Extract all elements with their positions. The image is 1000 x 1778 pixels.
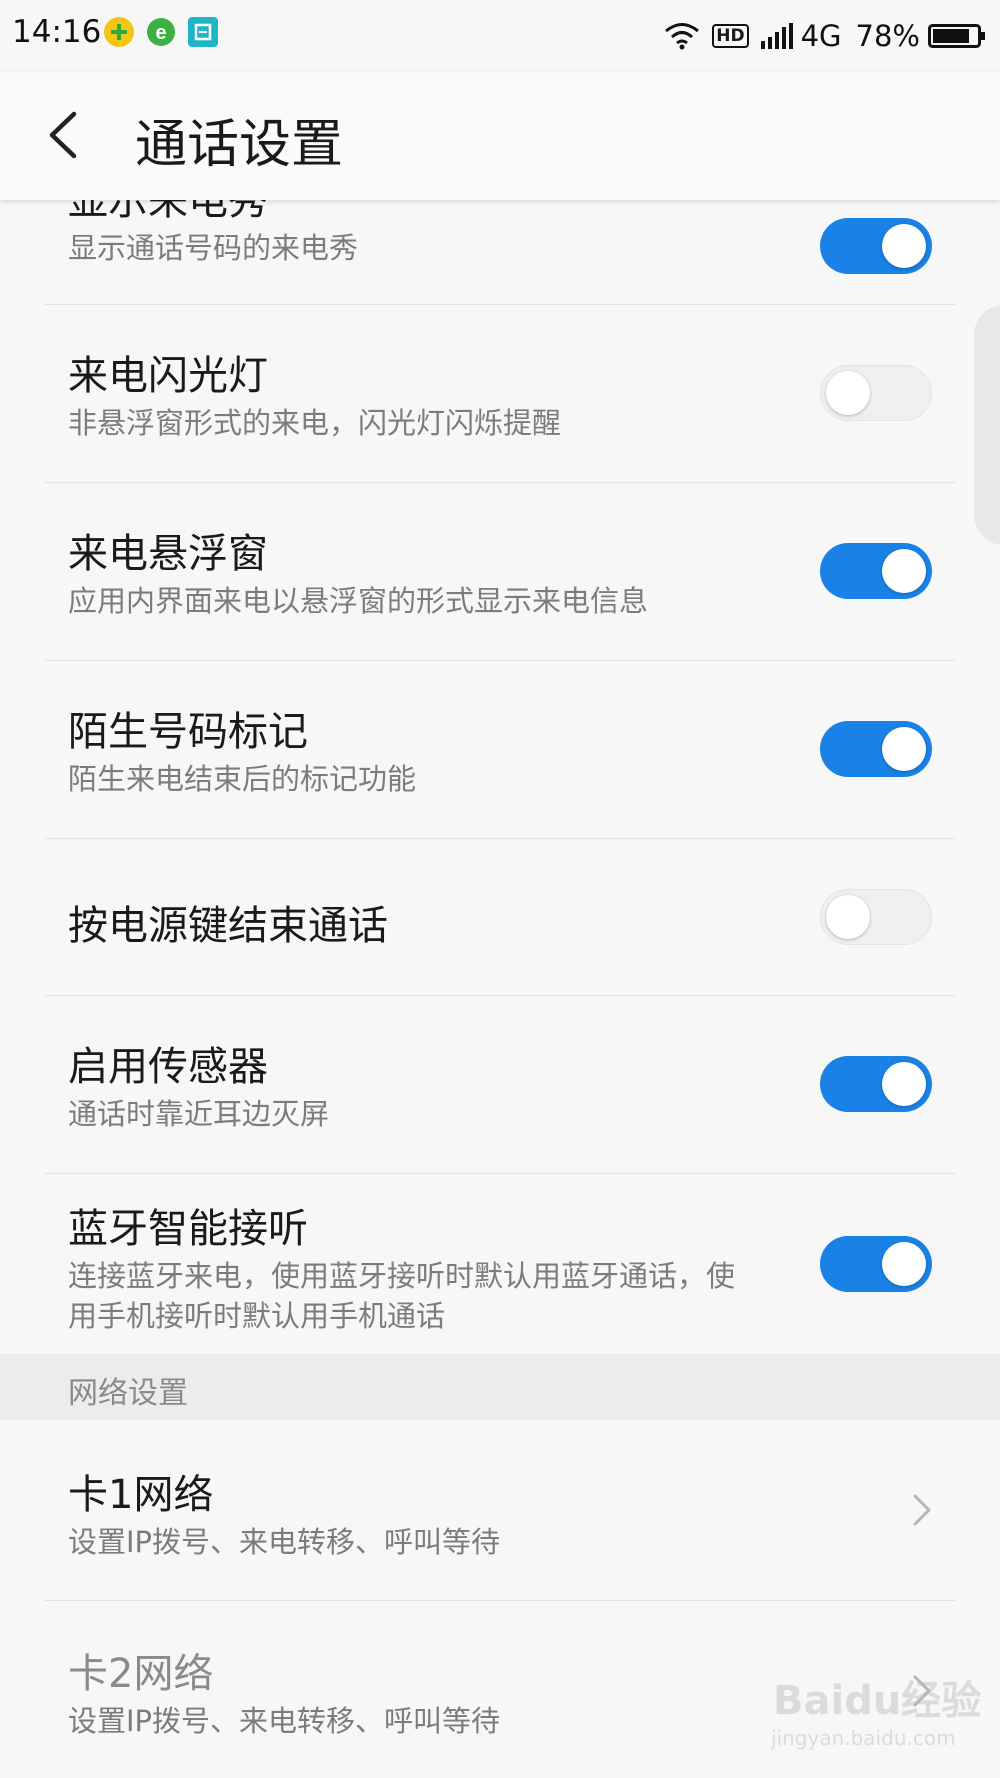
setting-subtitle: 连接蓝牙来电，使用蓝牙接听时默认用蓝牙通话，使用手机接听时默认用手机通话 (68, 1259, 736, 1333)
toggle-knob (882, 1062, 926, 1106)
toggle-switch[interactable] (820, 543, 932, 599)
toggle-switch[interactable] (820, 365, 932, 421)
toggle-knob (882, 1242, 926, 1286)
toggle-knob (882, 727, 926, 771)
watermark-text: Baidu经验 (773, 1678, 982, 1724)
setting-title: 启用传感器 (68, 1044, 268, 1090)
setting-row-bluetooth-answer[interactable]: 蓝牙智能接听 连接蓝牙来电，使用蓝牙接听时默认用蓝牙通话，使用手机接听时默认用手… (0, 1174, 1000, 1354)
toggle-knob (882, 224, 926, 268)
page-title: 通话设置 (135, 115, 344, 175)
watermark-url: jingyan.baidu.com (771, 1726, 956, 1750)
setting-subtitle: 显示通话号码的来电秀 (68, 231, 359, 265)
setting-row-proximity-sensor[interactable]: 启用传感器 通话时靠近耳边灭屏 (0, 996, 1000, 1174)
setting-subtitle: 应用内界面来电以悬浮窗的形式显示来电信息 (68, 584, 649, 618)
toggle-switch[interactable] (820, 721, 932, 777)
back-button[interactable] (30, 100, 100, 170)
section-header-label: 网络设置 (68, 1376, 188, 1411)
toggle-knob (882, 549, 926, 593)
setting-title: 来电悬浮窗 (68, 531, 268, 577)
setting-row-flash-alert[interactable]: 来电闪光灯 非悬浮窗形式的来电，闪光灯闪烁提醒 (0, 305, 1000, 483)
setting-row-unknown-number-mark[interactable]: 陌生号码标记 陌生来电结束后的标记功能 (0, 661, 1000, 839)
network-subtitle: 设置IP拨号、来电转移、呼叫等待 (68, 1704, 501, 1738)
floating-edge-handle[interactable] (974, 305, 1000, 545)
toggle-switch[interactable] (820, 1056, 932, 1112)
section-header-network: 网络设置 (0, 1354, 1000, 1420)
setting-subtitle: 陌生来电结束后的标记功能 (68, 762, 417, 796)
app-header: 通话设置 (0, 72, 1000, 200)
toggle-knob (826, 895, 870, 939)
setting-title: 按电源键结束通话 (68, 903, 388, 949)
chevron-right-icon (913, 1494, 931, 1526)
network-row-sim1[interactable]: 卡1网络 设置IP拨号、来电转移、呼叫等待 (0, 1420, 1000, 1600)
toggle-switch[interactable] (820, 218, 932, 274)
toggle-switch[interactable] (820, 889, 932, 945)
toggle-switch[interactable] (820, 1236, 932, 1292)
network-subtitle: 设置IP拨号、来电转移、呼叫等待 (68, 1525, 501, 1559)
settings-list: 显示来电秀 显示通话号码的来电秀 来电闪光灯 非悬浮窗形式的来电，闪光灯闪烁提醒… (0, 0, 1000, 1778)
setting-title: 陌生号码标记 (68, 709, 308, 755)
back-arrow-icon (49, 111, 77, 159)
network-title: 卡1网络 (68, 1472, 214, 1518)
setting-row-power-key-end-call[interactable]: 按电源键结束通话 (0, 839, 1000, 996)
baidu-watermark: Baidu经验 jingyan.baidu.com (765, 1660, 985, 1760)
toggle-knob (826, 371, 870, 415)
setting-subtitle: 非悬浮窗形式的来电，闪光灯闪烁提醒 (68, 406, 562, 440)
setting-subtitle: 通话时靠近耳边灭屏 (68, 1097, 330, 1131)
setting-title: 蓝牙智能接听 (68, 1206, 308, 1252)
setting-row-floating-window[interactable]: 来电悬浮窗 应用内界面来电以悬浮窗的形式显示来电信息 (0, 483, 1000, 661)
setting-title: 来电闪光灯 (68, 353, 268, 399)
network-title: 卡2网络 (68, 1651, 214, 1697)
